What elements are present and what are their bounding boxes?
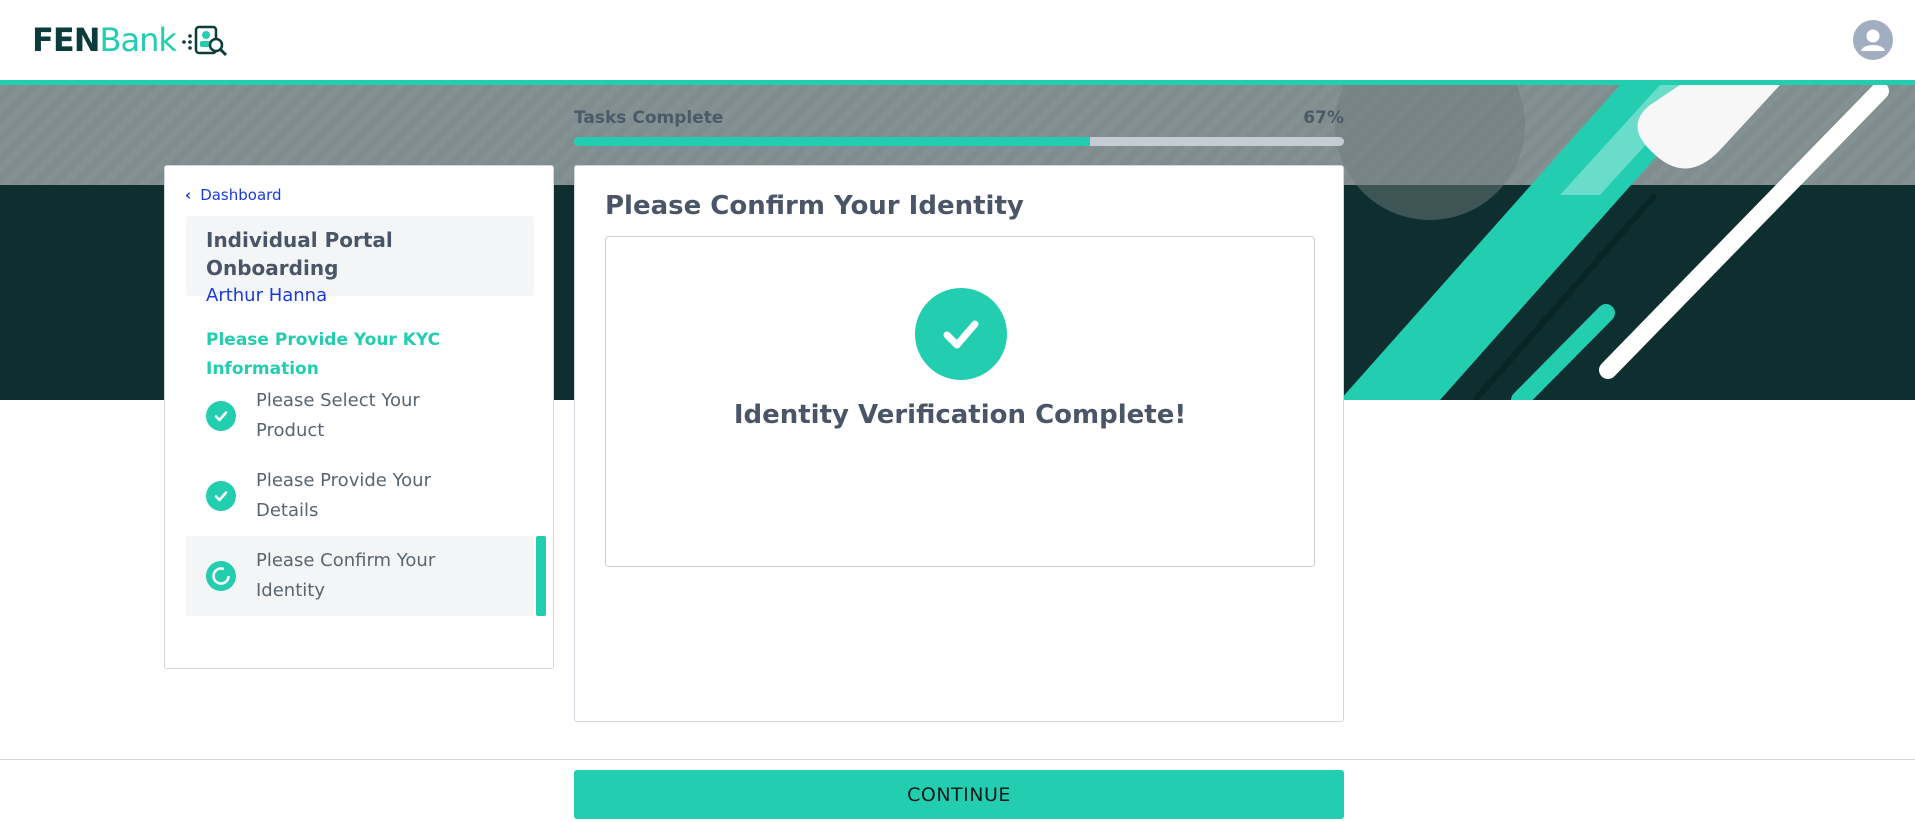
check-circle-icon [206,401,236,431]
page-title: Please Confirm Your Identity [605,191,1024,221]
progress-track [574,137,1344,146]
portal-user-name: Arthur Hanna [206,285,328,306]
check-circle-icon [206,481,236,511]
fenbank-logo[interactable]: FEN Bank [32,20,232,60]
step-label: Please Select Your Product [256,390,420,441]
portal-title: Individual Portal Onboarding [206,228,393,280]
success-check-icon [915,288,1007,380]
continue-button[interactable]: CONTINUE [574,770,1344,819]
portal-summary: Individual Portal Onboarding Arthur Hann… [186,216,534,306]
step-label: Please Provide Your Details [256,470,431,521]
footer-divider [0,759,1915,760]
identity-card: Please Confirm Your Identity Identity Ve… [574,165,1344,722]
chevron-left-icon: ‹ [185,186,192,204]
dashboard-back-link[interactable]: ‹ Dashboard [185,186,282,204]
step-select-product[interactable]: Please Select Your Product [186,376,534,456]
step-confirm-identity[interactable]: Please Confirm Your Identity [186,536,546,616]
user-avatar-icon[interactable] [1853,20,1893,60]
step-label: Please Confirm Your Identity [256,550,436,601]
logo-text-fen: FEN [32,21,100,59]
tasks-progress: Tasks Complete 67% [574,108,1344,146]
progress-label: Tasks Complete [574,108,724,128]
verification-complete-text: Identity Verification Complete! [733,400,1187,430]
logo-mark-icon [180,23,232,57]
onboarding-sidebar: ‹ Dashboard Individual Portal Onboarding… [164,165,554,669]
progress-percent: 67% [1303,108,1344,128]
in-progress-icon [206,561,236,591]
logo-text-bank: Bank [99,21,177,59]
step-provide-details[interactable]: Please Provide Your Details [186,456,534,536]
dashboard-link-label: Dashboard [200,186,282,204]
verification-status-box: Identity Verification Complete! [605,236,1315,567]
top-bar: FEN Bank [0,0,1915,80]
progress-fill [574,137,1090,146]
